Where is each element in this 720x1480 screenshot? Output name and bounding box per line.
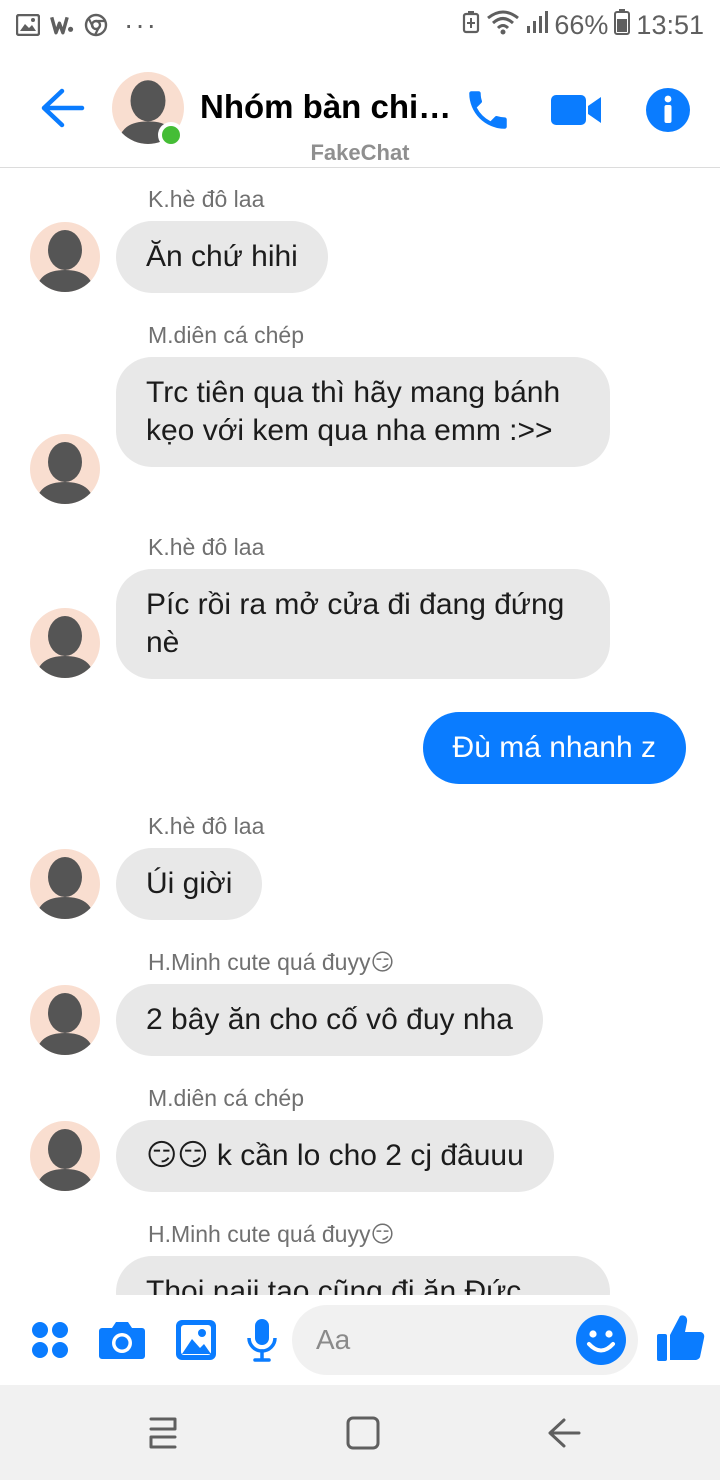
chrome-icon [84,13,108,37]
sender-avatar[interactable] [30,985,100,1055]
sender-name: K.hè đô laa [148,186,265,212]
sender-name: H.Minh cute quá đuyy😏 [148,1221,395,1247]
battery-percent: 66% [554,9,609,40]
voice-record-button[interactable] [237,1315,287,1365]
chat-header: Nhóm bàn chiệ… FakeChat [0,50,720,168]
camera-icon [99,1322,145,1359]
thumbs-up-icon [657,1315,705,1361]
incoming-message-bubble[interactable]: Trc tiên qua thì hãy mang bánh kẹo với k… [116,357,610,467]
chat-title[interactable]: Nhóm bàn chiệ… [200,88,456,126]
sender-avatar[interactable] [30,608,100,678]
home-icon [346,1416,380,1450]
sender-name: K.hè đô laa [148,813,265,839]
person-silhouette-icon [36,442,94,504]
info-icon [646,88,690,132]
system-nav-bar [0,1385,720,1480]
wifi-icon [486,9,520,42]
voice-call-button[interactable] [462,84,514,136]
back-button[interactable] [38,86,86,130]
sender-name: M.diên cá chép [148,322,304,348]
home-button[interactable] [341,1413,385,1453]
incoming-message-bubble[interactable]: Ăn chứ hihi [116,221,328,293]
recent-apps-button[interactable] [141,1413,185,1453]
person-silhouette-icon [36,1129,94,1191]
video-camera-icon [551,95,601,125]
sender-avatar[interactable] [30,849,100,919]
sender-name: H.Minh cute quá đuyy😏 [148,949,395,975]
incoming-message-bubble[interactable]: Píc rồi ra mở cửa đi đang đứng nè [116,569,610,679]
more-notifications: ··· [124,9,158,40]
person-silhouette-icon [36,616,94,678]
incoming-message-bubble[interactable]: 2 bây ăn cho cố vô đuy nha [116,984,543,1056]
sender-name: K.hè đô laa [148,534,265,560]
incoming-message-bubble[interactable]: 😏😏 k cần lo cho 2 cj đâuuu [116,1120,554,1192]
outgoing-message-bubble[interactable]: Đù má nhanh z [422,712,686,784]
incoming-message-bubble[interactable]: Thoi naii tao cũng đi ăn Đức [116,1256,610,1295]
w-app-icon [50,13,74,37]
emoji-button[interactable] [574,1313,628,1367]
gallery-icon [176,1320,216,1360]
image-notification-icon [16,13,40,37]
fakechat-watermark: FakeChat [310,140,410,165]
sender-name: M.diên cá chép [148,1085,304,1111]
person-silhouette-icon [36,857,94,919]
sender-avatar[interactable] [30,1121,100,1191]
back-arrow-icon [41,88,85,128]
message-list[interactable]: K.hè đô laa Ăn chứ hihi M.diên cá chép T… [0,169,720,1295]
sender-avatar[interactable] [30,434,100,504]
signal-icon [526,10,549,41]
emoji-icon [576,1315,626,1365]
more-actions-button[interactable] [25,1315,75,1365]
back-icon [548,1418,581,1448]
clock: 13:51 [636,9,704,40]
message-composer [0,1295,720,1385]
phone-icon [469,91,507,129]
video-call-button[interactable] [548,84,604,136]
incoming-message-bubble[interactable]: Úi giời [116,848,263,920]
battery-icon [614,8,631,42]
person-silhouette-icon [36,230,94,292]
info-button[interactable] [642,84,694,136]
battery-saver-icon [462,10,480,41]
camera-button[interactable] [97,1315,147,1365]
status-bar: ··· 66% 13:51 [0,0,720,50]
recent-apps-icon [149,1417,177,1449]
person-silhouette-icon [36,993,94,1055]
apps-grid-icon [32,1322,68,1358]
nav-back-button[interactable] [542,1413,586,1453]
like-button[interactable] [654,1311,706,1365]
microphone-icon [247,1319,277,1362]
sender-avatar[interactable] [30,222,100,292]
gallery-button[interactable] [171,1315,221,1365]
